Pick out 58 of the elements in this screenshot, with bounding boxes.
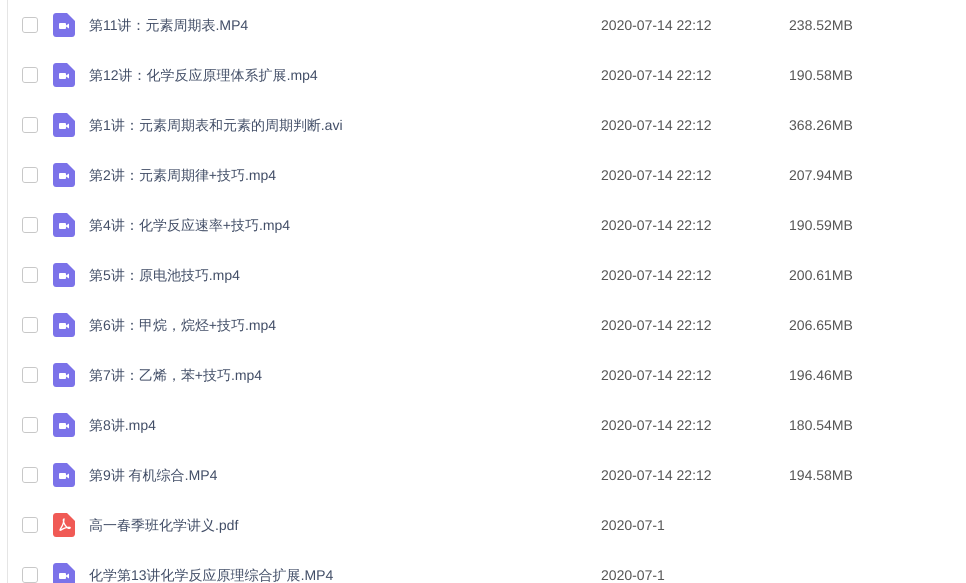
modified-date: 2020-07-14 22:12 (601, 416, 713, 434)
video-file-icon (53, 563, 75, 583)
file-size: 206.65MB (789, 316, 853, 334)
checkbox[interactable] (22, 367, 38, 383)
file-name[interactable]: 第12讲：化学反应原理体系扩展.mp4 (89, 64, 601, 86)
modified-date: 2020-07-14 22:12 (601, 266, 713, 284)
pdf-file-icon (53, 513, 75, 537)
file-name[interactable]: 第8讲.mp4 (89, 414, 601, 436)
video-file-icon (53, 313, 75, 337)
video-file-icon (53, 363, 75, 387)
video-file-icon (53, 113, 75, 137)
checkbox[interactable] (22, 517, 38, 533)
checkbox[interactable] (22, 267, 38, 283)
video-file-icon (53, 213, 75, 237)
checkbox[interactable] (22, 417, 38, 433)
checkbox[interactable] (22, 467, 38, 483)
video-file-icon (53, 463, 75, 487)
video-file-icon (53, 13, 75, 37)
checkbox[interactable] (22, 317, 38, 333)
file-size: 190.58MB (789, 66, 853, 84)
file-name[interactable]: 第11讲：元素周期表.MP4 (89, 14, 601, 36)
file-name[interactable]: 第9讲 有机综合.MP4 (89, 464, 601, 486)
video-file-icon (53, 263, 75, 287)
file-size: 207.94MB (789, 166, 853, 184)
video-file-icon (53, 163, 75, 187)
file-name[interactable]: 第5讲：原电池技巧.mp4 (89, 264, 601, 286)
file-name[interactable]: 化学第13讲化学反应原理综合扩展.MP4 (89, 564, 601, 583)
checkbox[interactable] (22, 167, 38, 183)
file-name[interactable]: 第6讲：甲烷，烷烃+技巧.mp4 (89, 314, 601, 336)
modified-date: 2020-07-14 22:12 (601, 166, 713, 184)
modified-date: 2020-07-14 22:12 (601, 116, 713, 134)
modified-date: 2020-07-14 22:12 (601, 316, 713, 334)
modified-date: 2020-07-14 22:12 (601, 216, 713, 234)
checkbox[interactable] (22, 217, 38, 233)
file-name[interactable]: 第7讲：乙烯，苯+技巧.mp4 (89, 364, 601, 386)
checkbox[interactable] (22, 567, 38, 583)
file-size: 368.26MB (789, 116, 853, 134)
modified-date: 2020-07-14 22:12 (601, 16, 713, 34)
video-file-icon (53, 413, 75, 437)
file-size: 180.54MB (789, 416, 853, 434)
checkbox[interactable] (22, 17, 38, 33)
modified-date: 2020-07-14 22:12 (601, 366, 713, 384)
modified-date: 2020-07-1 (601, 566, 666, 583)
video-file-icon (53, 63, 75, 87)
file-size: 200.61MB (789, 266, 853, 284)
file-size: 190.59MB (789, 216, 853, 234)
file-size: 238.52MB (789, 16, 853, 34)
modified-date: 2020-07-14 22:12 (601, 466, 713, 484)
file-size: 196.46MB (789, 366, 853, 384)
checkbox[interactable] (22, 117, 38, 133)
file-name[interactable]: 第4讲：化学反应速率+技巧.mp4 (89, 214, 601, 236)
file-size: 194.58MB (789, 466, 853, 484)
file-name[interactable]: 第1讲：元素周期表和元素的周期判断.avi (89, 114, 601, 136)
modified-date: 2020-07-14 22:12 (601, 66, 713, 84)
modified-date: 2020-07-1 (601, 516, 666, 534)
file-name[interactable]: 高一春季班化学讲义.pdf (89, 514, 601, 536)
checkbox[interactable] (22, 67, 38, 83)
file-name[interactable]: 第2讲：元素周期律+技巧.mp4 (89, 164, 601, 186)
